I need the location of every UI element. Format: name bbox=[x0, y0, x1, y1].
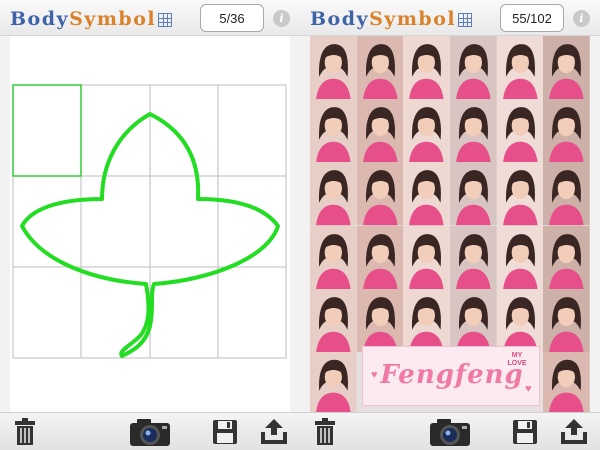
photo-tile[interactable] bbox=[450, 288, 497, 353]
logo-symbol: Symbol bbox=[69, 8, 157, 30]
photo-tile[interactable] bbox=[356, 36, 404, 100]
photo-tile[interactable] bbox=[310, 288, 357, 353]
photo-tile[interactable] bbox=[356, 225, 404, 290]
photo-tile[interactable] bbox=[403, 99, 450, 163]
drawing-canvas[interactable] bbox=[10, 36, 290, 412]
top-bar: BodySymbol 55/102 i bbox=[300, 0, 600, 36]
camera-icon[interactable] bbox=[128, 416, 172, 448]
shape-template bbox=[12, 84, 287, 359]
photo-tile[interactable] bbox=[310, 36, 357, 100]
tag-line-2: LOVE bbox=[507, 360, 527, 367]
photo-tile[interactable] bbox=[450, 225, 497, 290]
symbol-counter: 5/36 bbox=[200, 4, 264, 32]
photo-tile[interactable] bbox=[496, 288, 544, 353]
photo-tile[interactable] bbox=[450, 162, 497, 226]
photo-tile[interactable] bbox=[356, 288, 404, 353]
trash-icon[interactable] bbox=[310, 416, 340, 448]
photo-tile[interactable] bbox=[543, 225, 590, 290]
photo-tile[interactable] bbox=[543, 99, 590, 163]
left-screen: BodySymbol 5/36 i bbox=[0, 0, 300, 450]
camera-icon[interactable] bbox=[428, 416, 472, 448]
share-upload-icon[interactable] bbox=[257, 416, 291, 448]
photo-tile[interactable] bbox=[356, 162, 404, 226]
photo-tile[interactable] bbox=[403, 162, 450, 226]
logo-symbol: Symbol bbox=[369, 8, 457, 30]
info-icon[interactable]: i bbox=[273, 10, 290, 27]
logo-body: Body bbox=[10, 8, 70, 30]
photo-tile[interactable] bbox=[450, 36, 497, 100]
right-screen: BodySymbol 55/102 i ♥ ♥ Fengfeng MY LOVE bbox=[300, 0, 600, 450]
grid-icon[interactable] bbox=[158, 13, 172, 27]
photo-tile[interactable] bbox=[543, 352, 590, 413]
info-icon[interactable]: i bbox=[573, 10, 590, 27]
grid-icon[interactable] bbox=[458, 13, 472, 27]
photo-tile[interactable] bbox=[310, 99, 357, 163]
bottom-toolbar bbox=[0, 412, 300, 450]
trash-icon[interactable] bbox=[10, 416, 40, 448]
top-bar: BodySymbol 5/36 i bbox=[0, 0, 300, 36]
photo-tile[interactable] bbox=[496, 99, 544, 163]
app-logo: BodySymbol bbox=[10, 8, 156, 30]
name-banner: ♥ ♥ Fengfeng MY LOVE bbox=[362, 346, 540, 406]
photo-tile[interactable] bbox=[496, 36, 544, 100]
photo-tile[interactable] bbox=[356, 99, 404, 163]
photo-tile[interactable] bbox=[450, 99, 497, 163]
logo-body: Body bbox=[310, 8, 370, 30]
photo-tile[interactable] bbox=[403, 36, 450, 100]
bottom-toolbar bbox=[300, 412, 600, 450]
photo-tile[interactable] bbox=[496, 225, 544, 290]
photo-collage[interactable]: ♥ ♥ Fengfeng MY LOVE bbox=[310, 36, 590, 412]
photo-tile[interactable] bbox=[403, 225, 450, 290]
floppy-disk-icon[interactable] bbox=[510, 416, 540, 448]
share-upload-icon[interactable] bbox=[557, 416, 591, 448]
highlight-cell bbox=[12, 84, 82, 177]
photo-tile[interactable] bbox=[403, 288, 450, 353]
tag-line-1: MY bbox=[511, 352, 523, 359]
photo-tile[interactable] bbox=[543, 162, 590, 226]
photo-tile[interactable] bbox=[543, 288, 590, 353]
app-logo: BodySymbol bbox=[310, 8, 456, 30]
photo-tile[interactable] bbox=[496, 162, 544, 226]
photo-tile[interactable] bbox=[310, 162, 357, 226]
my-love-tag: MY LOVE bbox=[498, 352, 536, 368]
floppy-disk-icon[interactable] bbox=[210, 416, 240, 448]
photo-tile[interactable] bbox=[310, 352, 357, 413]
photo-counter: 55/102 bbox=[500, 4, 564, 32]
photo-tile[interactable] bbox=[310, 225, 357, 290]
photo-tile[interactable] bbox=[543, 36, 590, 100]
